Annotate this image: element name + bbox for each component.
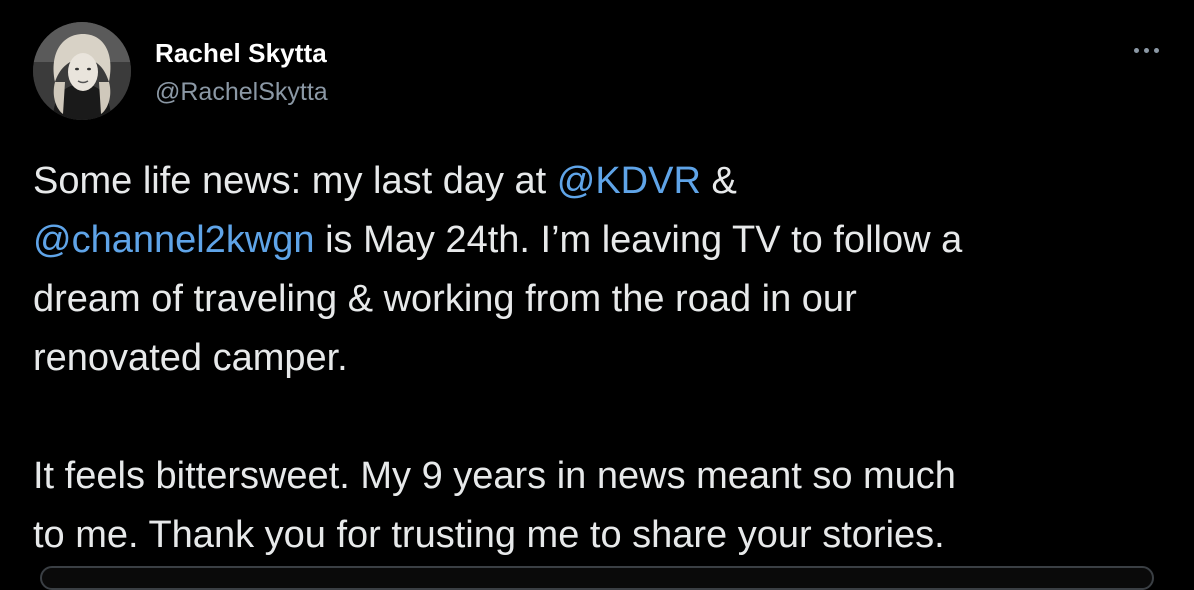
more-options-button[interactable] (1124, 32, 1168, 68)
more-horizontal-icon (1133, 47, 1139, 53)
media-card[interactable] (40, 566, 1154, 590)
mention-link-kdvr[interactable]: @KDVR (557, 160, 701, 202)
tweet-line: @channel2kwgn is May 24th. I’m leaving T… (33, 211, 1173, 270)
tweet-line: Some life news: my last day at @KDVR & (33, 152, 1173, 211)
tweet-line: It feels bittersweet. My 9 years in news… (33, 455, 956, 497)
tweet-text-segment: is May 24th. I’m leaving TV to follow a (314, 219, 963, 261)
tweet-line: renovated camper. (33, 337, 348, 379)
more-horizontal-icon (1143, 47, 1149, 53)
tweet-line: dream of traveling & working from the ro… (33, 278, 857, 320)
paragraph-break (33, 388, 1173, 447)
author-handle[interactable]: @RachelSkytta (155, 78, 328, 107)
author-display-name[interactable]: Rachel Skytta (155, 38, 327, 69)
tweet-text-segment: & (700, 160, 737, 202)
tweet-text-segment: Some life news: my last day at (33, 160, 557, 202)
mention-link-channel2kwgn[interactable]: @channel2kwgn (33, 219, 315, 261)
tweet-text: Some life news: my last day at @KDVR & @… (33, 152, 1173, 565)
profile-photo-icon (33, 22, 131, 120)
more-horizontal-icon (1153, 47, 1159, 53)
tweet-line: to me. Thank you for trusting me to shar… (33, 514, 945, 556)
tweet-card: Rachel Skytta @RachelSkytta Some life ne… (0, 0, 1194, 590)
avatar[interactable] (33, 22, 131, 120)
